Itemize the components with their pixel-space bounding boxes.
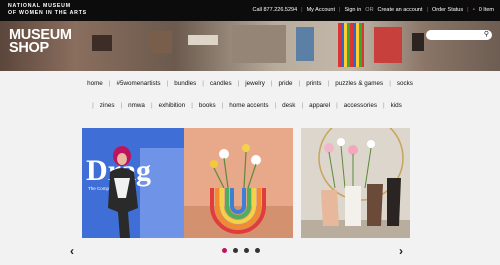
hero-banner: MUSEUM SHOP ⚲: [0, 21, 500, 71]
gallery-painting: [296, 27, 314, 61]
carousel-next-arrow[interactable]: ›: [399, 244, 403, 258]
product-card-drag-book[interactable]: Drag The Complete Story: [82, 128, 191, 238]
category-nav-row2: zines nmwa exhibition books home accents…: [0, 102, 500, 109]
drag-book-cover-image: Drag The Complete Story: [82, 128, 191, 238]
gallery-painting: [92, 35, 112, 51]
fist-vases-image: [301, 128, 410, 238]
utility-nav: Call 877.226.5294 | My Account | Sign in…: [253, 7, 495, 13]
gallery-painting: [374, 27, 402, 63]
nav-item-puzzles-games[interactable]: puzzles & games: [329, 80, 389, 87]
carousel-prev-arrow[interactable]: ‹: [70, 244, 74, 258]
gallery-painting: [412, 33, 424, 51]
nav-item-prints[interactable]: prints: [300, 80, 327, 87]
carousel-dot-3[interactable]: [244, 248, 249, 253]
carousel-dot-1[interactable]: [222, 248, 227, 253]
separator: |: [426, 7, 428, 13]
nav-item-exhibition[interactable]: exhibition: [153, 102, 192, 109]
sign-in-link[interactable]: Sign in: [344, 7, 361, 13]
separator: |: [301, 7, 303, 13]
nav-item-pride[interactable]: pride: [273, 80, 299, 87]
search-input[interactable]: ⚲: [426, 30, 492, 40]
separator: |: [339, 7, 341, 13]
carousel-dot-4[interactable]: [255, 248, 260, 253]
nav-item-home[interactable]: home: [81, 80, 109, 87]
nav-item-desk[interactable]: desk: [276, 102, 301, 109]
top-bar: NATIONAL MUSEUM OF WOMEN IN THE ARTS Cal…: [0, 0, 500, 21]
nav-item-5womenartists[interactable]: #5womenartists: [110, 80, 166, 87]
separator: |: [467, 7, 469, 13]
rainbow-vase-image: [184, 128, 293, 238]
nav-item-zines[interactable]: zines: [94, 102, 121, 109]
product-carousel: Drag The Complete Story: [0, 125, 500, 265]
gallery-painting: [232, 25, 286, 63]
nmwa-logo[interactable]: NATIONAL MUSEUM OF WOMEN IN THE ARTS: [8, 3, 87, 16]
category-nav-row1: home #5womenartists bundles candles jewe…: [0, 80, 500, 87]
or-text: OR: [365, 7, 374, 13]
nav-item-books[interactable]: books: [193, 102, 222, 109]
carousel-dot-2[interactable]: [233, 248, 238, 253]
nav-item-socks[interactable]: socks: [391, 80, 419, 87]
nav-item-home-accents[interactable]: home accents: [223, 102, 274, 109]
nav-item-bundles[interactable]: bundles: [168, 80, 202, 87]
gallery-painting: [188, 35, 218, 45]
phone-link[interactable]: Call 877.226.5294: [253, 7, 298, 13]
nav-item-kids[interactable]: kids: [385, 102, 408, 109]
my-account-link[interactable]: My Account: [307, 7, 335, 13]
product-card-rainbow-vase[interactable]: [184, 128, 293, 238]
carousel-dots: [222, 248, 260, 253]
nav-item-candles[interactable]: candles: [204, 80, 238, 87]
product-card-fist-vases[interactable]: [301, 128, 410, 238]
gallery-painting: [150, 31, 172, 53]
create-account-link[interactable]: Create an account: [378, 7, 423, 13]
nav-item-apparel[interactable]: apparel: [303, 102, 336, 109]
search-icon[interactable]: ⚲: [484, 31, 489, 39]
nav-item-accessories[interactable]: accessories: [338, 102, 383, 109]
museum-shop-title[interactable]: MUSEUM SHOP: [9, 28, 72, 56]
nav-item-nmwa[interactable]: nmwa: [122, 102, 151, 109]
order-status-link[interactable]: Order Status: [432, 7, 463, 13]
cart-icon[interactable]: ▪: [473, 7, 475, 13]
cart-count[interactable]: 0 Item: [479, 7, 494, 13]
title-line2: SHOP: [9, 40, 49, 56]
nav-item-jewelry[interactable]: jewelry: [239, 80, 271, 87]
logo-line2: OF WOMEN IN THE ARTS: [8, 9, 87, 16]
gallery-painting: [338, 23, 364, 67]
